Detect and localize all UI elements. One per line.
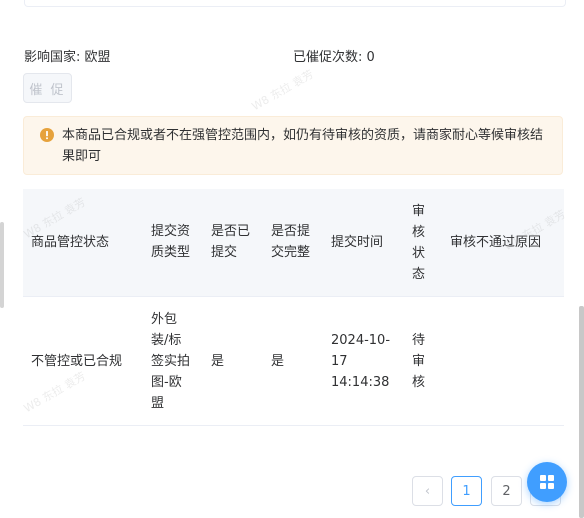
cell-line: 待 [412, 333, 426, 348]
previous-card-edge [24, 0, 566, 7]
header-review-status: 审 核 状 态 [412, 201, 425, 285]
cell-qualification-type: 外包 装/标 签实拍 图-欧 盟 [151, 309, 190, 414]
cell-review-status: 待 审 核 [412, 330, 425, 393]
cell-line: 审 [412, 354, 426, 369]
page-2-button[interactable]: 2 [491, 476, 522, 506]
header-line: 交完整 [271, 245, 311, 260]
header-control-status: 商品管控状态 [31, 232, 109, 253]
header-line: 核 [412, 225, 426, 240]
header-line: 提交时间 [331, 235, 384, 250]
cell-line: 核 [412, 375, 426, 390]
header-line: 质类型 [151, 245, 191, 260]
cell-line: 装/标 [151, 333, 182, 348]
cell-line: 是 [271, 354, 285, 369]
header-is-complete: 是否提 交完整 [271, 221, 310, 263]
urge-count: 已催促次数: 0 [293, 50, 375, 65]
header-line: 状 [412, 246, 426, 261]
cell-line: 是 [211, 354, 225, 369]
header-line: 审 [412, 204, 426, 219]
left-scrollbar[interactable] [0, 222, 4, 308]
cell-submit-time: 2024-10- 17 14:14:38 [331, 330, 390, 393]
cell-line: 14:14:38 [331, 375, 390, 390]
header-line: 提交 [211, 245, 238, 260]
warning-alert: 本商品已合规或者不在强管控范围内，如仍有待审核的资质，请商家耐心等候审核结果即可 [23, 116, 563, 175]
cell-line: 签实拍 [151, 354, 191, 369]
header-line: 是否已 [211, 224, 251, 239]
cell-line: 图-欧 [151, 375, 182, 390]
cell-line: 盟 [151, 396, 165, 411]
cell-line: 17 [331, 354, 348, 369]
header-line: 是否提 [271, 224, 311, 239]
header-is-submitted: 是否已 提交 [211, 221, 250, 263]
grid-icon [540, 475, 554, 489]
header-line: 态 [412, 267, 426, 282]
cell-line: 外包 [151, 312, 178, 327]
right-scrollbar[interactable] [579, 306, 584, 518]
prev-page-button[interactable]: ‹ [412, 476, 443, 506]
urge-button[interactable]: 催 促 [23, 73, 72, 103]
page-1-button[interactable]: 1 [451, 476, 482, 506]
qualification-table: 商品管控状态 提交资 质类型 是否已 提交 是否提 交完整 提交时间 审 核 状… [23, 189, 564, 427]
table-row: 不管控或已合规 外包 装/标 签实拍 图-欧 盟 是 是 2024-10- 17… [23, 297, 564, 426]
cell-is-submitted: 是 [211, 351, 224, 372]
cell-line: 2024-10- [331, 333, 391, 348]
header-line: 商品管控状态 [31, 235, 110, 250]
warning-icon [40, 128, 54, 142]
alert-message: 本商品已合规或者不在强管控范围内，如仍有待审核的资质，请商家耐心等候审核结果即可 [62, 128, 544, 164]
affected-country: 影响国家: 欧盟 [24, 50, 111, 65]
table-header: 商品管控状态 提交资 质类型 是否已 提交 是否提 交完整 提交时间 审 核 状… [23, 189, 564, 297]
header-submit-time: 提交时间 [331, 232, 383, 253]
watermark: W8 东拉 袁芳 [249, 67, 316, 114]
cell-is-complete: 是 [271, 351, 284, 372]
header-line: 提交资 [151, 224, 191, 239]
apps-fab-button[interactable] [527, 462, 567, 502]
header-qualification-type: 提交资 质类型 [151, 221, 190, 263]
